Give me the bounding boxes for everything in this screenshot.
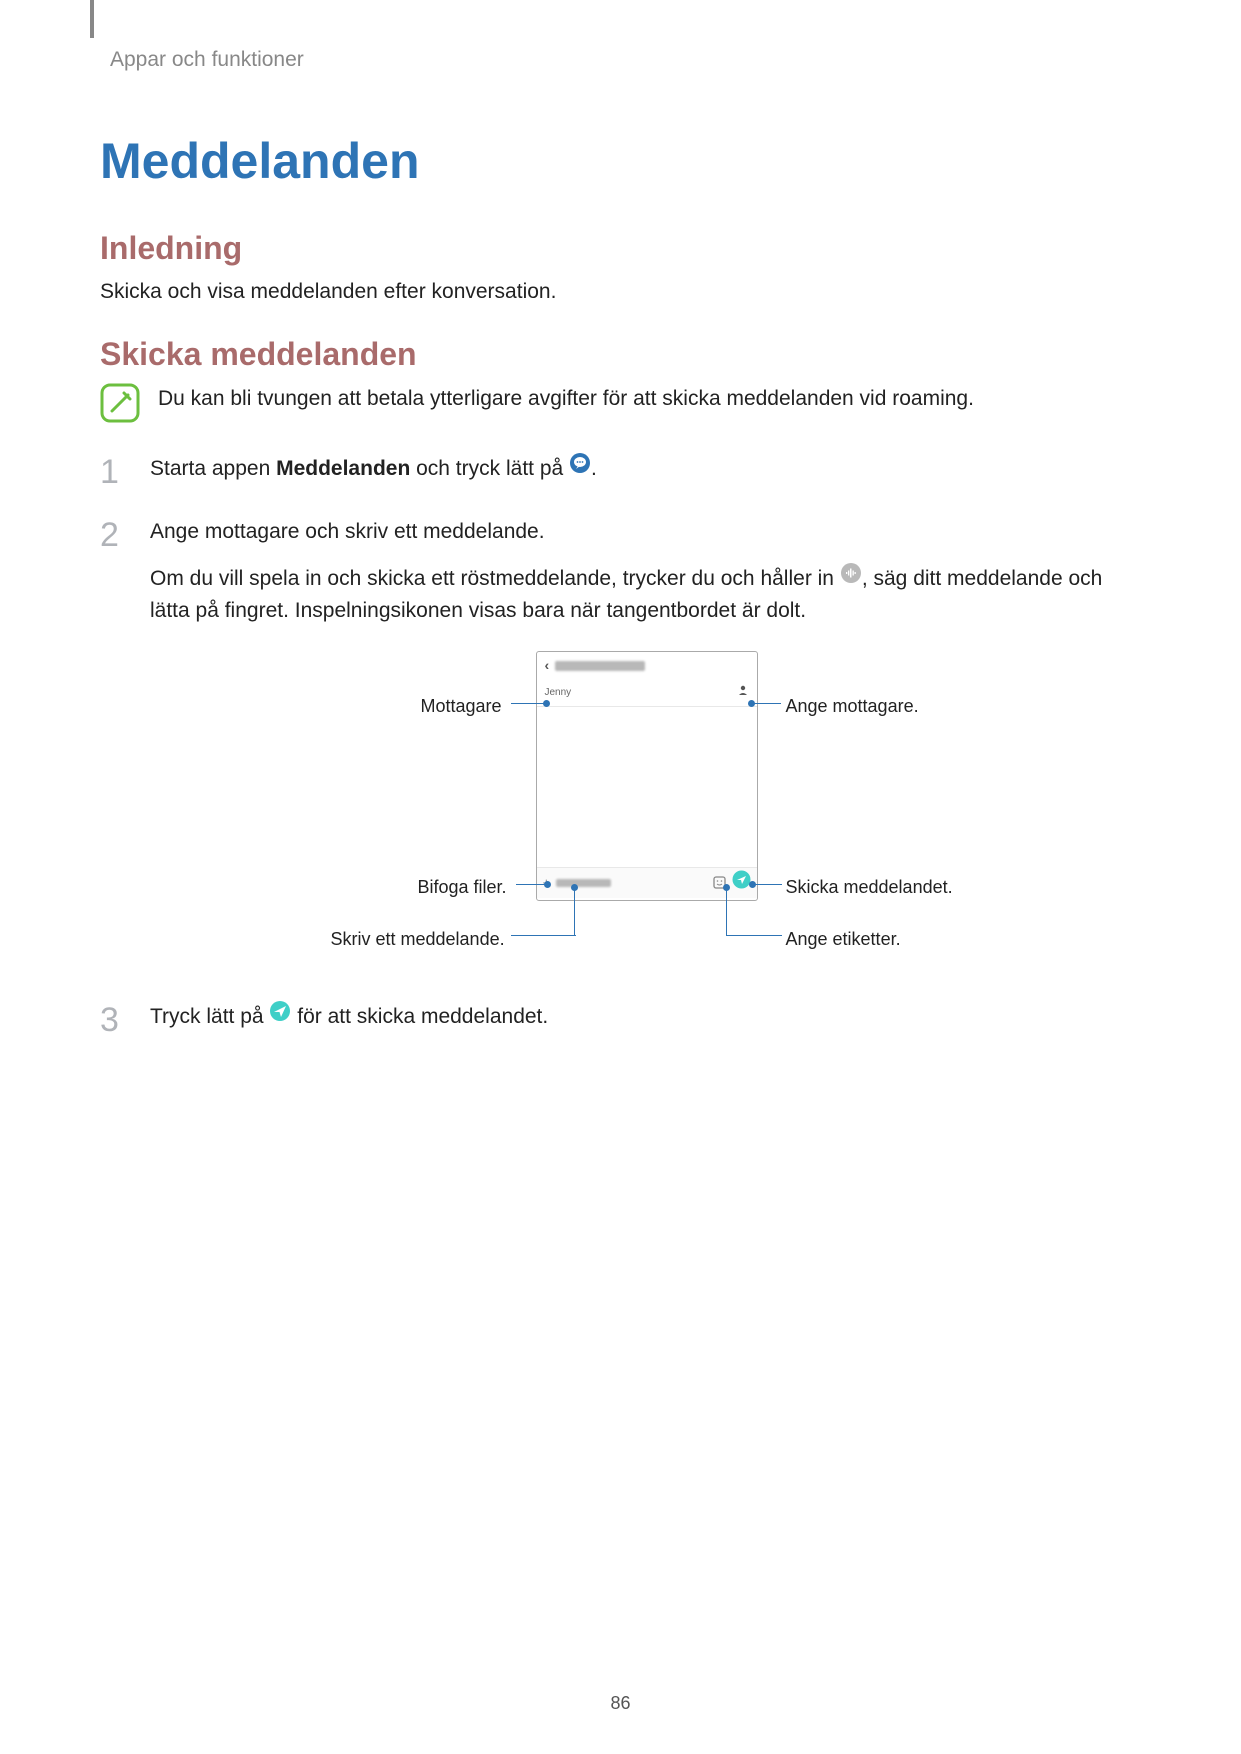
page-title: Meddelanden (100, 132, 1141, 190)
msg-blur (556, 879, 611, 887)
compose-icon (569, 452, 591, 484)
step-1: Starta appen Meddelanden och tryck lätt … (100, 453, 1141, 485)
section-heading-intro: Inledning (100, 230, 1141, 267)
step-3: Tryck lätt på för att skicka meddelandet… (100, 1001, 1141, 1033)
phone-input-bar: + (537, 867, 757, 898)
callout-joint (543, 700, 550, 707)
callout-line (516, 884, 546, 886)
callout-write: Skriv ett meddelande. (331, 926, 505, 953)
callout-labels: Ange etiketter. (786, 926, 901, 953)
step3-post: för att skicka meddelandet. (291, 1005, 548, 1028)
header-tab (90, 0, 94, 38)
step-2: Ange mottagare och skriv ett meddelande.… (100, 516, 1141, 971)
sticker-icon (713, 867, 726, 899)
callout-line (574, 889, 576, 936)
callout-send: Skicka meddelandet. (786, 874, 953, 901)
breadcrumb: Appar och funktioner (110, 48, 1141, 72)
callout-line (726, 935, 782, 937)
step1-end: . (591, 457, 597, 480)
back-icon: ‹ (545, 655, 550, 676)
phone-recipient-row: Jenny (537, 680, 757, 707)
callout-recipient: Mottagare (421, 693, 502, 720)
callout-add-recipient: Ange mottagare. (786, 693, 919, 720)
callout-line (755, 884, 782, 886)
step2-line1: Ange mottagare och skriv ett meddelande. (150, 516, 1141, 548)
callout-joint (544, 881, 551, 888)
step2-line2-pre: Om du vill spela in och skicka ett röstm… (150, 567, 840, 590)
send-icon (269, 1000, 291, 1032)
callout-attach: Bifoga filer. (418, 874, 507, 901)
callout-joint (571, 884, 578, 891)
step1-app-name: Meddelanden (276, 457, 410, 480)
note-text: Du kan bli tvungen att betala ytterligar… (158, 383, 974, 415)
page-number: 86 (0, 1693, 1241, 1714)
recipient-name: Jenny (545, 685, 572, 700)
title-blur (555, 661, 645, 671)
callout-joint (748, 700, 755, 707)
step1-post: och tryck lätt på (410, 457, 569, 480)
contact-icon (737, 684, 749, 701)
message-diagram: ‹ Jenny + (276, 651, 1016, 971)
send-button-phone (732, 867, 751, 899)
callout-line (726, 889, 728, 936)
callout-line (511, 703, 545, 705)
callout-joint (723, 884, 730, 891)
intro-text: Skicka och visa meddelanden efter konver… (100, 277, 1141, 306)
step1-pre: Starta appen (150, 457, 276, 480)
section-heading-send: Skicka meddelanden (100, 336, 1141, 373)
callout-line (754, 703, 781, 705)
callout-line (511, 935, 576, 937)
step3-pre: Tryck lätt på (150, 1005, 269, 1028)
voice-icon (840, 562, 862, 594)
phone-body (537, 707, 757, 867)
phone-titlebar: ‹ (537, 652, 757, 680)
phone-frame: ‹ Jenny + (536, 651, 758, 901)
note-icon (100, 383, 140, 423)
note-row: Du kan bli tvungen att betala ytterligar… (100, 383, 1141, 423)
callout-joint (749, 881, 756, 888)
